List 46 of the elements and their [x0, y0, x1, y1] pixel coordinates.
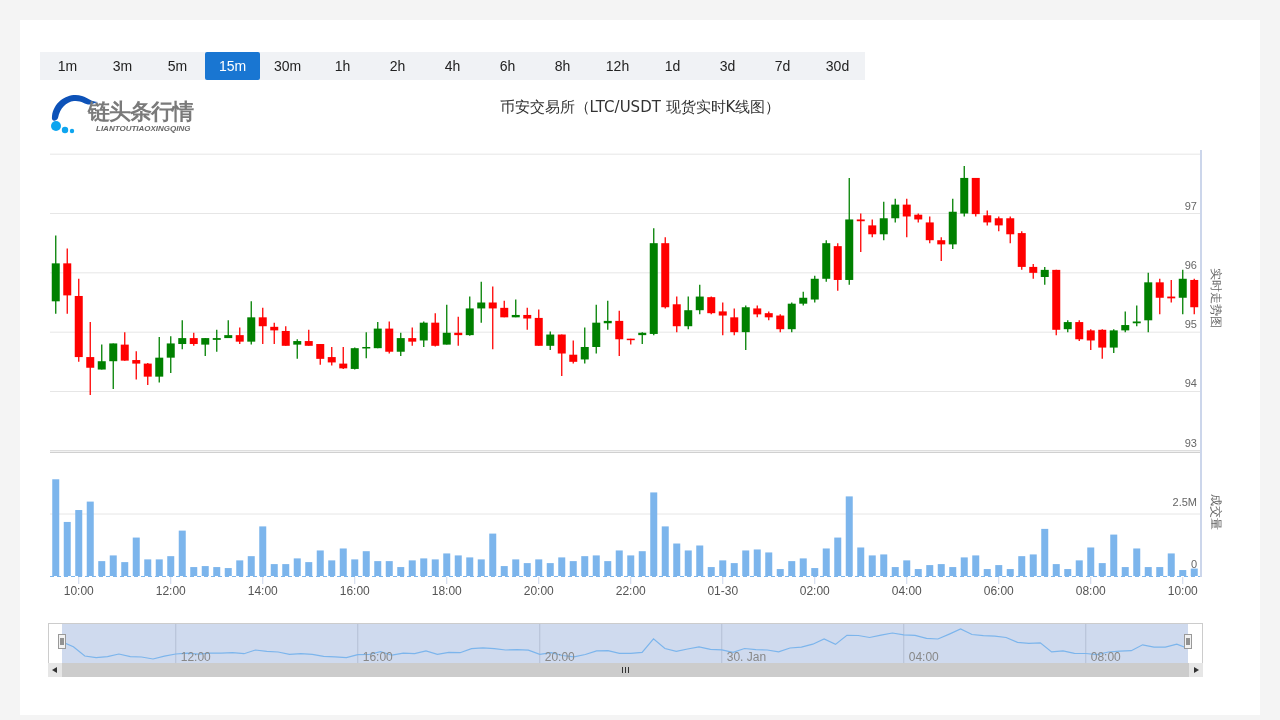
timeframe-tab[interactable]: 15m	[205, 52, 260, 80]
timeframe-tab[interactable]: 7d	[755, 52, 810, 80]
axis-label: 0	[1190, 558, 1197, 570]
timeframe-tab[interactable]: 3m	[95, 52, 150, 80]
navigator-label: 16:00	[362, 650, 393, 664]
navigator-label: 20:00	[544, 650, 575, 664]
logo-subtitle: LIANTOUTIAOXINGQING	[96, 124, 191, 134]
axis-label: 01-30	[707, 584, 739, 598]
timeframe-tab[interactable]: 6h	[480, 52, 535, 80]
timeframe-tab[interactable]: 1d	[645, 52, 700, 80]
timeframe-tab[interactable]: 1h	[315, 52, 370, 80]
axis-label: 06:00	[983, 584, 1014, 598]
timeframe-tab[interactable]: 12h	[590, 52, 645, 80]
navigator-label: 30. Jan	[726, 650, 767, 664]
timeframe-tab[interactable]: 8h	[535, 52, 590, 80]
axis-label: 94	[1184, 377, 1197, 390]
axis-label: 18:00	[431, 584, 462, 598]
axis-label: 20:00	[523, 584, 554, 598]
axis-label: 08:00	[1075, 584, 1106, 598]
navigator-label: 08:00	[1090, 650, 1121, 664]
logo-name: 链头条行情	[88, 100, 193, 124]
axis-title: 成交量	[1209, 494, 1223, 530]
axis-label: 95	[1184, 318, 1197, 331]
chart-title: 币安交易所（LTC/USDT 现货实时K线图）	[499, 98, 781, 117]
axis-label: 97	[1184, 199, 1197, 212]
axis-label: 04:00	[891, 584, 922, 598]
axis-label: 14:00	[247, 584, 278, 598]
timeframe-tab[interactable]: 3d	[700, 52, 755, 80]
navigator-label: 12:00	[180, 650, 211, 664]
axis-label: 10:00	[1167, 584, 1198, 598]
navigator-label: 04:00	[908, 650, 939, 664]
axis-label: 10:00	[63, 584, 94, 598]
axis-label: 22:00	[615, 584, 646, 598]
timeframe-tab[interactable]: 2h	[370, 52, 425, 80]
axis-label: 16:00	[339, 584, 370, 598]
axis-label: 93	[1184, 436, 1197, 449]
axis-label: 02:00	[799, 584, 830, 598]
axis-label: 12:00	[155, 584, 186, 598]
timeframe-tab[interactable]: 4h	[425, 52, 480, 80]
timeframe-tab[interactable]: 1m	[40, 52, 95, 80]
timeframe-tab[interactable]: 30m	[260, 52, 315, 80]
axis-label: 96	[1184, 258, 1197, 271]
timeframe-tab[interactable]: 30d	[810, 52, 865, 80]
axis-title: 实时走势图	[1209, 268, 1223, 328]
timeframe-tab[interactable]: 5m	[150, 52, 205, 80]
axis-label: 2.5M	[1172, 496, 1197, 508]
